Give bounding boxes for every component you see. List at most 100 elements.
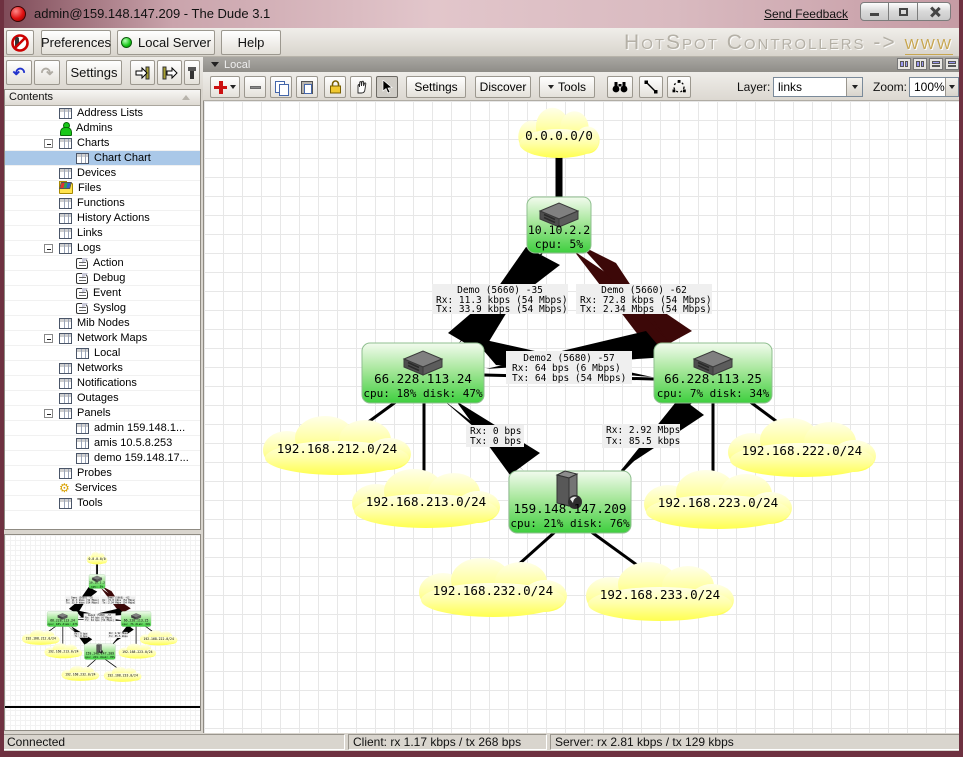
layout-split-horizontal2-button[interactable]	[945, 58, 959, 70]
network-cloud[interactable]: 192.168.233.0/24	[586, 562, 734, 621]
link-tool-button[interactable]	[639, 76, 663, 98]
add-button[interactable]	[210, 76, 240, 98]
zoom-select[interactable]: 100%	[909, 77, 959, 97]
undo-button[interactable]: ↶	[6, 60, 32, 85]
brand-www-link[interactable]: www	[905, 31, 953, 55]
settings-button[interactable]: Settings	[66, 60, 122, 85]
device-node-server[interactable]: 159.148.147.209 cpu: 21% disk: 76%	[509, 471, 631, 533]
send-feedback-link[interactable]: Send Feedback	[764, 7, 848, 21]
table-icon	[76, 423, 89, 434]
dock-out-button[interactable]	[157, 60, 182, 85]
link-label[interactable]: Demo (5660) -62 Rx: 72.8 kbps (54 Mbps) …	[576, 284, 712, 315]
find-button[interactable]	[607, 76, 633, 98]
layer-select[interactable]: links	[773, 77, 863, 97]
copy-button[interactable]	[270, 76, 292, 98]
device-node-router25[interactable]: 66.228.113.25 cpu: 7% disk: 34%	[654, 343, 772, 403]
device-node-gateway[interactable]: 10.10.2.2 cpu: 5%	[527, 197, 591, 253]
dropdown-button[interactable]	[846, 78, 862, 96]
collapse-icon[interactable]	[44, 139, 53, 148]
hand-icon	[355, 80, 368, 94]
svg-text:cpu: 21% disk: 76%: cpu: 21% disk: 76%	[510, 517, 630, 530]
sidebar-item-notifications[interactable]: Notifications	[5, 376, 200, 391]
discover-button[interactable]: Discover	[475, 76, 531, 98]
pan-button[interactable]	[350, 76, 372, 98]
network-cloud[interactable]: 0.0.0.0/0	[518, 108, 599, 158]
sidebar-item-mib-nodes[interactable]: Mib Nodes	[5, 316, 200, 331]
local-server-button[interactable]: Local Server	[117, 30, 215, 55]
collapse-icon[interactable]	[44, 409, 53, 418]
sidebar-item-charts[interactable]: Charts	[5, 136, 200, 151]
sidebar-item-log-debug[interactable]: Debug	[5, 271, 200, 286]
sidebar-item-network-maps[interactable]: Network Maps	[5, 331, 200, 346]
network-cloud[interactable]: 192.168.212.0/24	[263, 416, 411, 475]
sidebar-item-probes[interactable]: Probes	[5, 466, 200, 481]
layout-split-horizontal-button[interactable]	[929, 58, 943, 70]
sidebar-item-outages[interactable]: Outages	[5, 391, 200, 406]
link-label[interactable]: Rx: 2.92 Mbps Tx: 85.5 kbps	[602, 424, 680, 448]
paste-button[interactable]	[296, 76, 318, 98]
sidebar-item-panel-admin[interactable]: admin 159.148.1...	[5, 421, 200, 436]
sidebar-item-chart-chart[interactable]: Chart Chart	[5, 151, 200, 166]
sidebar-item-history-actions[interactable]: History Actions	[5, 211, 200, 226]
sidebar-item-services[interactable]: ⚙Services	[5, 481, 200, 496]
sidebar-item-log-syslog[interactable]: Syslog	[5, 301, 200, 316]
server-traffic-status: Server: rx 2.81 kbps / tx 129 kbps	[550, 734, 961, 750]
sidebar-item-functions[interactable]: Functions	[5, 196, 200, 211]
close-button[interactable]	[918, 2, 951, 21]
link-label[interactable]: Demo (5660) -35 Rx: 11.3 kbps (54 Mbps) …	[432, 284, 568, 315]
device-node-router24[interactable]: 66.228.113.24 cpu: 18% disk: 47%	[362, 343, 484, 403]
flashlight-button[interactable]	[184, 60, 200, 85]
sidebar-item-address-lists[interactable]: Address Lists	[5, 106, 200, 121]
tools-button[interactable]: Tools	[539, 76, 595, 98]
sidebar-item-devices[interactable]: Devices	[5, 166, 200, 181]
main-toolbar: Preferences Local Server Help HotSpot Co…	[0, 28, 963, 57]
polygon-tool-button[interactable]	[667, 76, 691, 98]
sidebar-item-links[interactable]: Links	[5, 226, 200, 241]
maximize-button[interactable]	[889, 2, 918, 21]
dock-in-button[interactable]	[130, 60, 155, 85]
minimize-icon	[870, 13, 879, 16]
redo-button[interactable]: ↷	[34, 60, 60, 85]
app-window: admin@159.148.147.209 - The Dude 3.1 Sen…	[0, 0, 963, 757]
svg-text:66.228.113.25: 66.228.113.25	[664, 371, 762, 386]
layout-split-vertical-button[interactable]	[897, 58, 911, 70]
network-cloud[interactable]: 192.168.213.0/24	[352, 469, 500, 528]
link-label[interactable]: Rx: 0 bps Tx: 0 bps	[466, 425, 524, 447]
svg-text:Tx: 2.34 Mbps (54 Mbps): Tx: 2.34 Mbps (54 Mbps)	[580, 304, 712, 315]
map-settings-button[interactable]: Settings	[406, 76, 466, 98]
link-label[interactable]: Demo2 (5680) -57 Rx: 64 bps (6 Mbps) Tx:…	[506, 351, 632, 384]
network-map-canvas[interactable]: Demo (5660) -35 Rx: 11.3 kbps (54 Mbps) …	[203, 101, 961, 733]
map-overview-panel[interactable]	[4, 534, 201, 731]
sidebar-item-tools[interactable]: Tools	[5, 496, 200, 511]
preferences-button[interactable]: Preferences	[41, 30, 111, 55]
remove-icon	[250, 86, 261, 89]
help-button[interactable]: Help	[221, 30, 281, 55]
select-tool-button[interactable]	[376, 76, 398, 98]
sidebar-item-log-action[interactable]: Action	[5, 256, 200, 271]
contents-header[interactable]: Contents	[5, 90, 200, 106]
sidebar-item-panel-amis[interactable]: amis 10.5.8.253	[5, 436, 200, 451]
collapse-icon[interactable]	[44, 334, 53, 343]
disconnect-button[interactable]	[6, 30, 34, 55]
sidebar-item-log-event[interactable]: Event	[5, 286, 200, 301]
sidebar-item-panel-demo[interactable]: demo 159.148.17...	[5, 451, 200, 466]
dropdown-button[interactable]	[945, 78, 958, 96]
table-icon	[59, 138, 72, 149]
network-cloud[interactable]: 192.168.232.0/24	[419, 558, 567, 617]
sidebar-item-panels[interactable]: Panels	[5, 406, 200, 421]
contents-header-label: Contents	[9, 91, 53, 103]
sidebar-item-networks[interactable]: Networks	[5, 361, 200, 376]
sidebar-item-local-map[interactable]: Local	[5, 346, 200, 361]
minimize-button[interactable]	[860, 2, 889, 21]
layout-split-vertical2-button[interactable]	[913, 58, 927, 70]
sidebar-item-files[interactable]: Files	[5, 181, 200, 196]
sidebar-item-logs[interactable]: Logs	[5, 241, 200, 256]
link-server-net232[interactable]	[518, 531, 556, 565]
map-tab-bar[interactable]: Local	[203, 57, 963, 72]
remove-button[interactable]	[244, 76, 266, 98]
network-cloud[interactable]: 192.168.222.0/24	[728, 418, 876, 477]
collapse-icon[interactable]	[44, 244, 53, 253]
lock-button[interactable]	[324, 76, 346, 98]
network-cloud[interactable]: 192.168.223.0/24	[644, 470, 792, 529]
sidebar-item-admins[interactable]: Admins	[5, 121, 200, 136]
